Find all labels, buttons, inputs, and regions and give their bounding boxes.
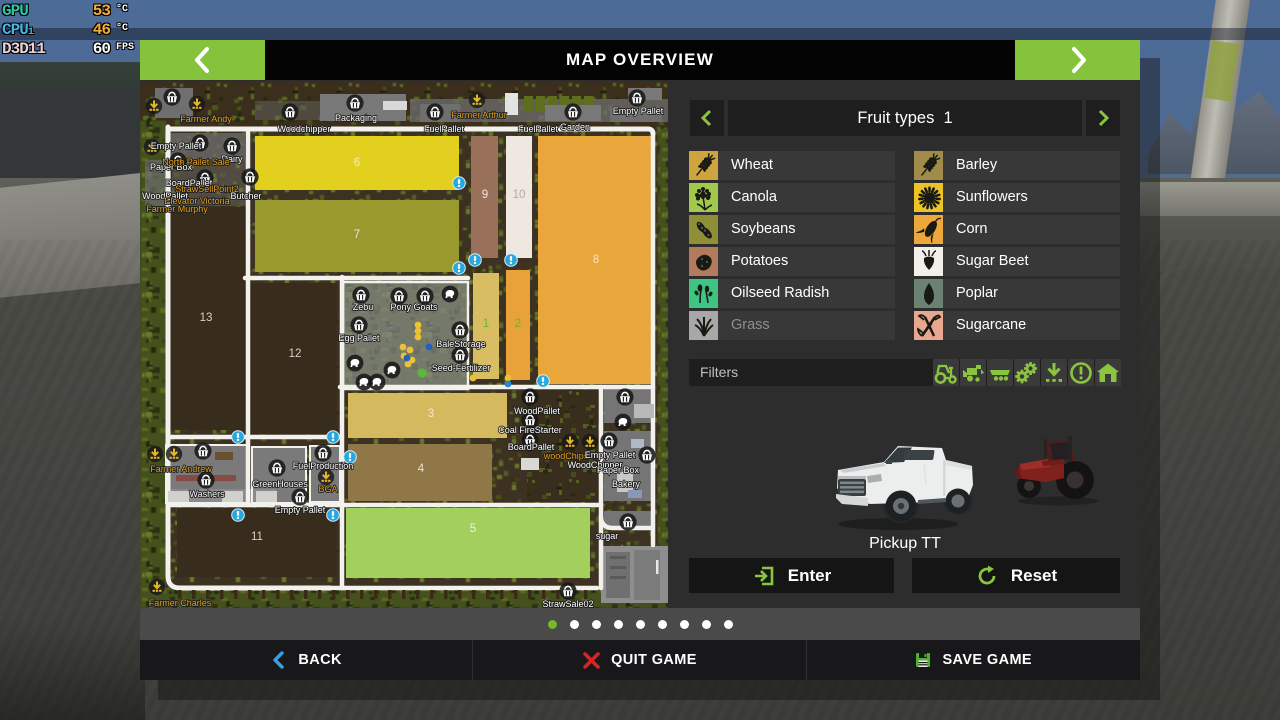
- svg-text:Zebu: Zebu: [353, 302, 374, 312]
- svg-text:11: 11: [251, 531, 263, 543]
- svg-text:Empty Pallet: Empty Pallet: [275, 505, 326, 515]
- svg-text:Bakery: Bakery: [612, 479, 641, 489]
- svg-text:4: 4: [418, 463, 425, 475]
- svg-text:BaleStorage: BaleStorage: [436, 339, 486, 349]
- svg-text:Empty Pallet: Empty Pallet: [151, 141, 202, 151]
- svg-text:FuelPallet: FuelPallet: [424, 124, 465, 134]
- svg-text:FuelPallet: FuelPallet: [518, 124, 559, 134]
- svg-text:Farmer Murphy: Farmer Murphy: [146, 204, 208, 214]
- svg-text:Paper Box: Paper Box: [597, 465, 640, 475]
- svg-text:Farmer Andrew: Farmer Andrew: [150, 464, 212, 474]
- svg-text:13: 13: [200, 312, 213, 324]
- svg-text:Empty Pallet: Empty Pallet: [585, 450, 636, 460]
- svg-text:Coal FireStarter: Coal FireStarter: [498, 425, 562, 435]
- svg-text:FuelProduction: FuelProduction: [293, 461, 354, 471]
- svg-text:5: 5: [470, 523, 476, 535]
- svg-text:Egg Pallet: Egg Pallet: [338, 333, 380, 343]
- svg-text:North Pallet Sale: North Pallet Sale: [162, 157, 230, 167]
- svg-text:Empty Pallet: Empty Pallet: [613, 106, 664, 116]
- svg-text:Woodchipper: Woodchipper: [278, 124, 331, 134]
- svg-text:8: 8: [593, 254, 599, 266]
- svg-text:10: 10: [513, 189, 526, 201]
- svg-text:Butcher: Butcher: [230, 191, 261, 201]
- svg-text:sugar: sugar: [596, 531, 619, 541]
- svg-text:Washers: Washers: [189, 489, 225, 499]
- svg-text:1: 1: [483, 318, 489, 330]
- svg-text:9: 9: [482, 189, 488, 201]
- svg-text:Garden: Garden: [560, 122, 590, 132]
- svg-text:GreenHouses: GreenHouses: [252, 479, 308, 489]
- svg-text:12: 12: [289, 348, 302, 360]
- svg-text:BGA: BGA: [318, 484, 337, 494]
- svg-text:2: 2: [515, 318, 521, 330]
- svg-text:WoodPallet: WoodPallet: [514, 406, 560, 416]
- svg-text:StrawSale02: StrawSale02: [542, 599, 593, 608]
- svg-text:7: 7: [354, 229, 360, 241]
- svg-text:6: 6: [354, 157, 360, 169]
- svg-text:Farmer Andy: Farmer Andy: [180, 114, 232, 124]
- svg-text:Farmer Arthur: Farmer Arthur: [451, 110, 507, 120]
- svg-text:Packaging: Packaging: [335, 113, 377, 123]
- svg-text:3: 3: [428, 408, 434, 420]
- svg-text:Seed-Fertilizer: Seed-Fertilizer: [432, 363, 491, 373]
- svg-text:Farmer Charles: Farmer Charles: [149, 598, 212, 608]
- svg-text:Pony Goats: Pony Goats: [390, 302, 438, 312]
